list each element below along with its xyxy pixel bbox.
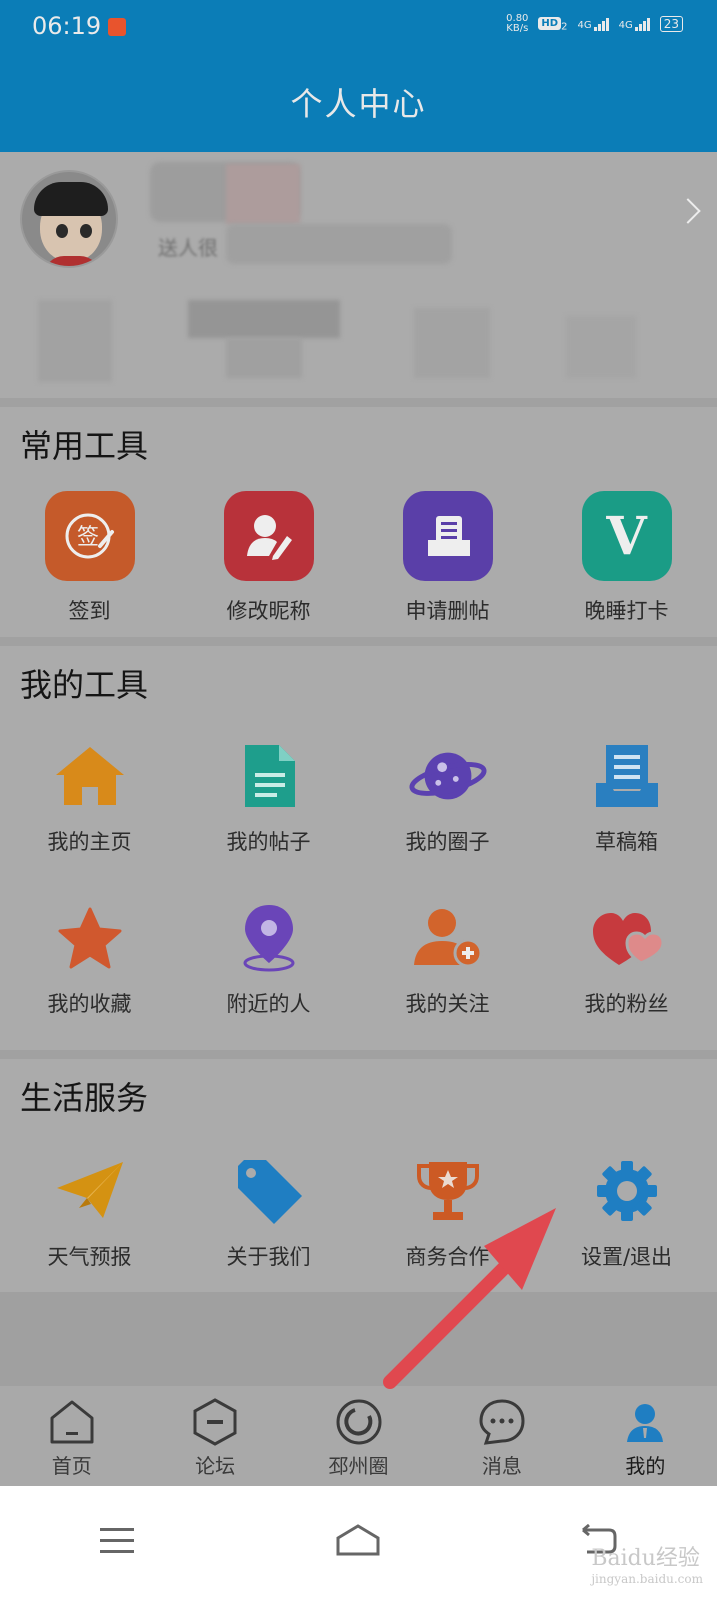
tab-home[interactable]: 首页 xyxy=(0,1386,143,1486)
sign-in-icon: 签 xyxy=(44,491,135,581)
common-tools-section: 常用工具 签 签到 修改昵称 申请删帖 V 晚睡打卡 xyxy=(0,407,717,637)
gear-icon xyxy=(588,1155,666,1227)
section-title: 常用工具 xyxy=(20,427,149,465)
svg-text:签: 签 xyxy=(76,525,98,550)
late-sleep-checkin-button[interactable]: V 晚睡打卡 xyxy=(537,491,716,625)
profile-card[interactable]: 送人很 xyxy=(0,152,717,402)
page-title: 个人中心 xyxy=(290,85,427,123)
delete-post-icon xyxy=(402,491,493,581)
section-title: 生活服务 xyxy=(20,1079,149,1117)
tab-profile[interactable]: 我的 xyxy=(574,1386,717,1486)
document-icon xyxy=(230,740,308,812)
app-notification-icon xyxy=(108,18,126,36)
battery-icon: 23 xyxy=(659,16,683,32)
chevron-right-icon[interactable] xyxy=(675,198,701,224)
divider xyxy=(0,1050,717,1059)
my-following-button[interactable]: 我的关注 xyxy=(358,902,537,1018)
drafts-button[interactable]: 草稿箱 xyxy=(537,740,716,856)
my-homepage-button[interactable]: 我的主页 xyxy=(0,740,179,856)
edit-nickname-icon xyxy=(223,491,314,581)
divider xyxy=(0,398,717,407)
forum-tab-icon xyxy=(191,1398,239,1446)
status-bar: 06:19 0.80 KB/s HD 2 4G 4G 23 xyxy=(0,0,717,52)
empty-area xyxy=(0,1292,717,1386)
trophy-icon xyxy=(409,1155,487,1227)
page-header: 个人中心 xyxy=(0,52,717,152)
weather-forecast-button[interactable]: 天气预报 xyxy=(0,1155,179,1271)
network-speed: 0.80 KB/s xyxy=(506,13,529,34)
my-posts-button[interactable]: 我的帖子 xyxy=(179,740,358,856)
about-us-button[interactable]: 关于我们 xyxy=(179,1155,358,1271)
my-circles-button[interactable]: 我的圈子 xyxy=(358,740,537,856)
follow-user-icon xyxy=(409,902,487,974)
late-sleep-checkin-icon: V xyxy=(581,491,672,581)
section-title: 我的工具 xyxy=(20,666,149,704)
paper-plane-icon xyxy=(51,1155,129,1227)
life-services-section: 生活服务 天气预报 关于我们 商务合作 设置/退出 xyxy=(0,1059,717,1292)
menu-icon[interactable] xyxy=(98,1526,138,1560)
tab-circle[interactable]: 邳州圈 xyxy=(287,1386,430,1486)
hd-badge: HD 2 xyxy=(538,15,567,33)
status-time: 06:19 xyxy=(32,12,102,40)
my-fans-button[interactable]: 我的粉丝 xyxy=(537,902,716,1018)
delete-post-button[interactable]: 申请删帖 xyxy=(358,491,537,625)
nearby-people-button[interactable]: 附近的人 xyxy=(179,902,358,1018)
home-nav-icon[interactable] xyxy=(334,1524,382,1562)
home-icon xyxy=(51,740,129,812)
status-indicators: 0.80 KB/s HD 2 4G 4G 23 xyxy=(506,14,683,34)
sign-in-button[interactable]: 签 签到 xyxy=(0,491,179,625)
planet-icon xyxy=(409,740,487,812)
profile-signature: 送人很 xyxy=(158,236,218,260)
divider xyxy=(0,637,717,646)
tab-messages[interactable]: 消息 xyxy=(430,1386,573,1486)
profile-stats-redacted xyxy=(38,300,112,382)
signal-icon: 4G xyxy=(619,17,650,31)
star-icon xyxy=(51,902,129,974)
message-tab-icon xyxy=(478,1398,526,1446)
location-pin-icon xyxy=(230,902,308,974)
watermark: Baidu经验 jingyan.baidu.com xyxy=(591,1546,703,1586)
edit-nickname-button[interactable]: 修改昵称 xyxy=(179,491,358,625)
bottom-tab-bar: 首页 论坛 邳州圈 消息 我的 xyxy=(0,1386,717,1486)
tag-icon xyxy=(230,1155,308,1227)
business-cooperation-button[interactable]: 商务合作 xyxy=(358,1155,537,1271)
my-favorites-button[interactable]: 我的收藏 xyxy=(0,902,179,1018)
circle-tab-icon xyxy=(335,1398,383,1446)
avatar[interactable] xyxy=(20,170,118,268)
home-tab-icon xyxy=(48,1398,96,1446)
signal-icon: 4G xyxy=(577,17,609,31)
settings-logout-button[interactable]: 设置/退出 xyxy=(537,1155,716,1271)
my-tools-section: 我的工具 我的主页 我的帖子 我的圈子 草稿箱 我的收藏 附近的人 我的关注 我… xyxy=(0,646,717,1052)
hearts-icon xyxy=(588,902,666,974)
profile-tab-icon xyxy=(621,1398,669,1446)
tab-forum[interactable]: 论坛 xyxy=(143,1386,286,1486)
drafts-icon xyxy=(588,740,666,812)
